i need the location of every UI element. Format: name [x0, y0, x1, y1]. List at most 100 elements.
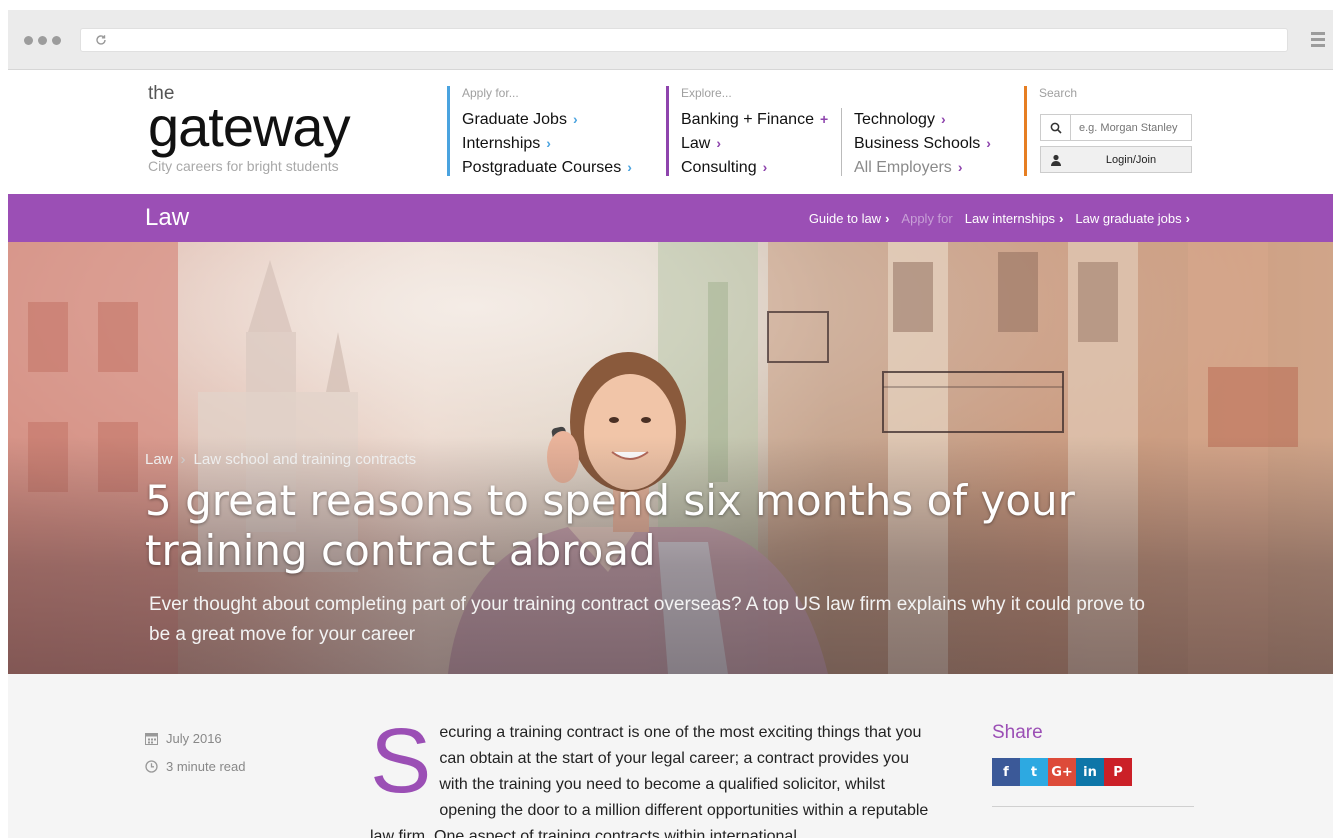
nav-link-label: Business Schools — [854, 135, 981, 152]
chevron-right-icon: › — [627, 159, 632, 175]
nav-apply-heading: Apply for... — [462, 86, 519, 100]
address-bar[interactable] — [80, 28, 1288, 52]
share-title: Share — [992, 722, 1043, 743]
site-header: the gateway City careers for bright stud… — [8, 70, 1333, 194]
search-button[interactable] — [1041, 115, 1071, 140]
browser-toolbar — [8, 10, 1333, 70]
chevron-right-icon: › — [762, 159, 768, 175]
nav-link-label: Consulting — [681, 159, 757, 176]
nav-link-law[interactable]: Law › — [681, 132, 836, 156]
browser-menu-icon[interactable] — [1311, 32, 1325, 48]
search-heading: Search — [1039, 86, 1078, 100]
chevron-right-icon: › — [986, 135, 991, 151]
nav-link-label: Graduate Jobs — [462, 111, 567, 128]
guide-to-law-label: Guide to law — [808, 211, 882, 226]
clock-icon — [145, 759, 158, 773]
law-graduate-jobs-link[interactable]: Law graduate jobs › — [1075, 211, 1190, 226]
google-plus-share-button[interactable]: G+ — [1048, 758, 1076, 786]
article-read-time: 3 minute read — [145, 752, 246, 780]
user-icon — [1051, 154, 1061, 166]
nav-explore-heading: Explore... — [681, 86, 732, 100]
section-bar: Law Guide to law › Apply for Law internsh… — [8, 194, 1333, 242]
site-logo[interactable]: the gateway City careers for bright stud… — [148, 84, 351, 175]
share-panel: Share f t G+ in P — [992, 722, 1194, 807]
chevron-right-icon: › — [940, 111, 946, 127]
nav-explore-more-column: Technology › Business Schools › All Employ… — [841, 108, 1001, 176]
window-dot-icon[interactable] — [24, 36, 33, 45]
twitter-icon: t — [1030, 764, 1038, 780]
hero-banner: Law › Law school and training contracts … — [8, 242, 1333, 674]
nav-link-label: All Employers — [854, 159, 952, 176]
law-graduate-jobs-label: Law graduate jobs — [1075, 211, 1182, 226]
section-title: Law — [145, 204, 190, 231]
search-input[interactable] — [1071, 115, 1189, 140]
article-meta: July 2016 3 minute read — [145, 724, 246, 780]
section-links: Guide to law › Apply for Law internships ›… — [809, 211, 1190, 226]
logo-wordmark: gateway — [148, 95, 351, 158]
article-date-text: July 2016 — [166, 730, 222, 746]
breadcrumb-law-school[interactable]: Law school and training contracts — [194, 451, 417, 468]
window-dot-icon[interactable] — [52, 36, 61, 45]
apply-for-label: Apply for — [901, 211, 953, 226]
drop-cap: S — [370, 710, 432, 812]
search-box — [1040, 114, 1192, 141]
nav-link-banking-finance[interactable]: Banking + Finance + — [681, 108, 836, 132]
nav-link-business-schools[interactable]: Business Schools › — [854, 132, 1001, 156]
share-divider — [992, 806, 1194, 807]
nav-link-label: Postgraduate Courses — [462, 159, 622, 176]
law-internships-label: Law internships — [964, 211, 1056, 226]
user-icon-wrap — [1041, 154, 1071, 166]
facebook-icon: f — [1003, 764, 1009, 780]
window-controls — [24, 36, 61, 45]
nav-link-technology[interactable]: Technology › — [854, 108, 1001, 132]
chevron-right-icon: › — [957, 159, 963, 175]
nav-link-consulting[interactable]: Consulting › — [681, 156, 836, 180]
plus-icon: + — [819, 111, 829, 127]
guide-to-law-link[interactable]: Guide to law › — [809, 211, 890, 226]
nav-link-postgraduate-courses[interactable]: Postgraduate Courses › — [462, 156, 637, 180]
chevron-right-icon: › — [1059, 211, 1064, 226]
nav-explore-column: Explore... Banking + Finance + Law › Consu… — [666, 86, 836, 176]
login-join-label: Login/Join — [1105, 153, 1157, 166]
pinterest-icon: P — [1113, 764, 1123, 780]
twitter-share-button[interactable]: t — [1020, 758, 1048, 786]
nav-apply-column: Apply for... Graduate Jobs › Internships ›… — [447, 86, 637, 176]
breadcrumb: Law › Law school and training contracts — [145, 451, 416, 468]
chevron-right-icon: › — [1185, 211, 1190, 226]
article-date: July 2016 — [145, 724, 246, 752]
chevron-right-icon: › — [546, 135, 551, 151]
nav-link-internships[interactable]: Internships › — [462, 132, 637, 156]
nav-link-all-employers[interactable]: All Employers › — [854, 156, 1001, 180]
article-read-time-text: 3 minute read — [166, 758, 246, 774]
pinterest-share-button[interactable]: P — [1104, 758, 1132, 786]
reload-icon[interactable] — [95, 34, 107, 46]
nav-link-label: Internships — [462, 135, 541, 152]
article-paragraph: ecuring a training contract is one of th… — [370, 724, 929, 838]
page-title: 5 great reasons to spend six months of y… — [145, 476, 1075, 575]
breadcrumb-separator-icon: › — [180, 451, 186, 468]
nav-link-graduate-jobs[interactable]: Graduate Jobs › — [462, 108, 637, 132]
google-plus-icon: G+ — [1051, 764, 1073, 780]
nav-link-label: Banking + Finance — [681, 111, 814, 128]
web-page: the gateway City careers for bright stud… — [8, 70, 1333, 838]
chevron-right-icon: › — [716, 135, 722, 151]
article-content: July 2016 3 minute read S ecuring a trai… — [8, 674, 1333, 838]
nav-search-column: Search Login/Join — [1024, 86, 1204, 176]
share-buttons: f t G+ in P — [992, 758, 1194, 786]
chevron-right-icon: › — [885, 211, 890, 226]
facebook-share-button[interactable]: f — [992, 758, 1020, 786]
login-join-button[interactable]: Login/Join — [1040, 146, 1192, 173]
breadcrumb-law[interactable]: Law — [145, 451, 173, 468]
nav-link-label: Law — [681, 135, 711, 152]
calendar-icon — [145, 732, 158, 745]
linkedin-share-button[interactable]: in — [1076, 758, 1104, 786]
linkedin-icon: in — [1083, 764, 1097, 780]
page-subtitle: Ever thought about completing part of yo… — [149, 594, 1145, 645]
window-dot-icon[interactable] — [38, 36, 47, 45]
article-body: S ecuring a training contract is one of … — [370, 710, 930, 838]
chevron-right-icon: › — [572, 111, 578, 127]
law-internships-link[interactable]: Law internships › — [965, 211, 1064, 226]
nav-link-label: Technology — [854, 111, 935, 128]
search-icon — [1050, 122, 1062, 134]
logo-tagline: City careers for bright students — [148, 158, 339, 174]
